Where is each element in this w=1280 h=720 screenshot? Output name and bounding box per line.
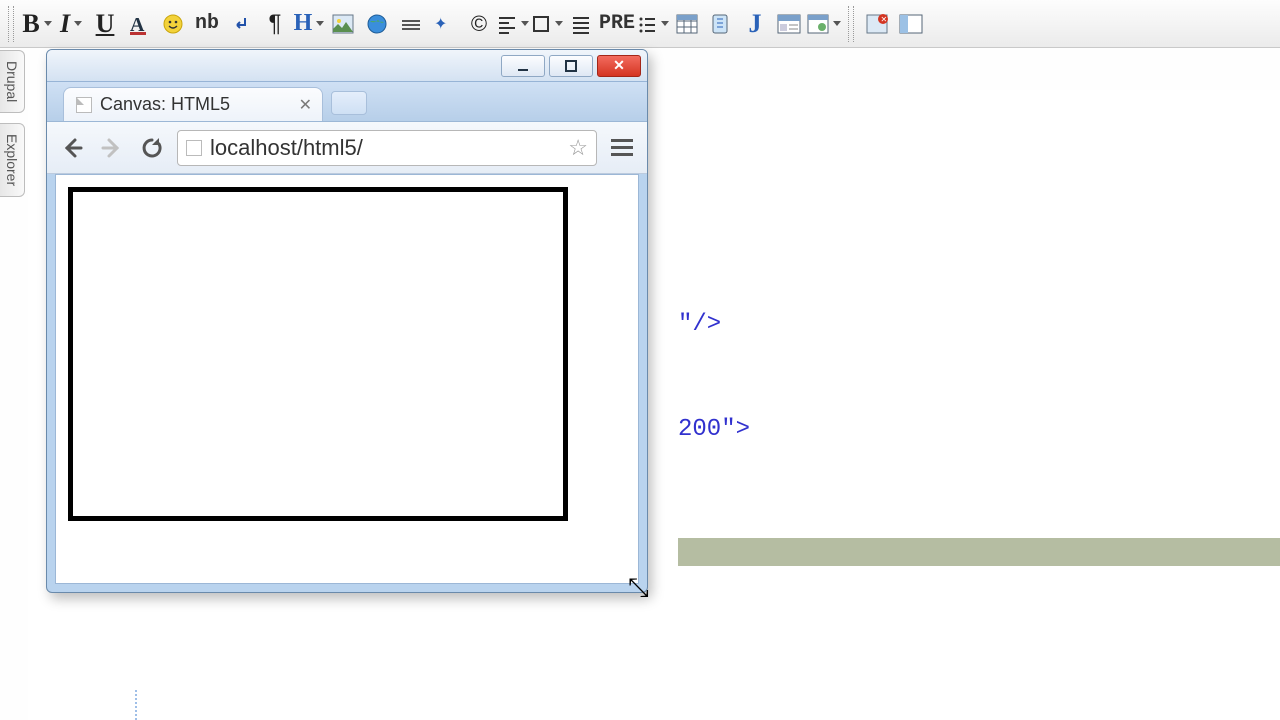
font-a-icon: A — [128, 13, 150, 35]
toolbar-grip-2 — [848, 6, 854, 42]
italic-button[interactable]: I — [55, 6, 87, 42]
copyright-button[interactable]: © — [463, 6, 495, 42]
error-button[interactable]: ✕ — [861, 6, 893, 42]
resize-cursor-icon: ⤡ — [628, 572, 649, 604]
list-icon — [637, 14, 657, 34]
globe-button[interactable] — [361, 6, 393, 42]
card-icon — [777, 14, 801, 34]
code-fragment-attr-close: "/> — [678, 311, 721, 338]
hamburger-icon — [611, 139, 633, 156]
minimize-button[interactable] — [501, 55, 545, 77]
window-icon — [807, 14, 829, 34]
editor-toolbar: B I U A nb ¶ H ✦ © PRE J — [0, 0, 1280, 48]
emoji-button[interactable] — [157, 6, 189, 42]
tab-title: Canvas: HTML5 — [100, 94, 230, 115]
sparkle-icon: ✦ — [434, 13, 456, 35]
linebreak-button[interactable] — [225, 6, 257, 42]
picture-icon — [332, 14, 354, 34]
browser-window: ✕ Canvas: HTML5 ✕ localhost/html5/ ☆ — [46, 49, 648, 593]
float-button[interactable] — [531, 6, 563, 42]
align-left-icon — [497, 14, 517, 34]
image-error-icon: ✕ — [866, 14, 888, 34]
reload-icon — [140, 136, 164, 160]
svg-text:✕: ✕ — [881, 15, 888, 24]
browser-tab-active[interactable]: Canvas: HTML5 ✕ — [63, 87, 323, 121]
reload-button[interactable] — [137, 133, 167, 163]
menu-button[interactable] — [607, 133, 637, 163]
page-icon — [186, 140, 202, 156]
smiley-icon — [163, 14, 183, 34]
back-button[interactable] — [57, 133, 87, 163]
underline-button[interactable]: U — [89, 6, 121, 42]
nbsp-button[interactable]: nb — [191, 6, 223, 42]
minimize-icon — [517, 60, 529, 72]
align-button[interactable] — [497, 6, 529, 42]
align-justify-icon — [571, 14, 591, 34]
font-button[interactable]: A — [123, 6, 155, 42]
pilcrow-button[interactable]: ¶ — [259, 6, 291, 42]
panel-button[interactable] — [895, 6, 927, 42]
card-button[interactable] — [773, 6, 805, 42]
file-icon — [76, 97, 92, 113]
square-icon — [531, 14, 551, 34]
entity-button[interactable]: ✦ — [429, 6, 461, 42]
send-button[interactable] — [705, 6, 737, 42]
svg-text:A: A — [130, 14, 145, 35]
panel-icon — [899, 14, 923, 34]
list-button[interactable] — [637, 6, 669, 42]
maximize-button[interactable] — [549, 55, 593, 77]
bookmark-star-icon[interactable]: ☆ — [568, 135, 588, 161]
horizontal-rule-icon — [400, 14, 422, 34]
back-arrow-icon — [61, 137, 83, 159]
new-tab-button[interactable] — [331, 91, 367, 115]
browser-viewport — [55, 174, 639, 584]
bold-button[interactable]: B — [21, 6, 53, 42]
heading-button[interactable]: H — [293, 6, 325, 42]
forward-arrow-icon — [101, 137, 123, 159]
return-icon — [231, 14, 251, 34]
j-button[interactable]: J — [739, 6, 771, 42]
tab-close-icon[interactable]: ✕ — [299, 95, 312, 115]
editor-pane-divider[interactable] — [678, 538, 1280, 566]
address-bar[interactable]: localhost/html5/ ☆ — [177, 130, 597, 166]
table-icon — [676, 14, 698, 34]
browser-navbar: localhost/html5/ ☆ — [47, 122, 647, 174]
forward-button[interactable] — [97, 133, 127, 163]
toolbar-grip — [8, 6, 14, 42]
image-button[interactable] — [327, 6, 359, 42]
code-fragment-200: 200"> — [678, 416, 750, 443]
window-button[interactable] — [807, 6, 841, 42]
justify-button[interactable] — [565, 6, 597, 42]
table-button[interactable] — [671, 6, 703, 42]
close-button[interactable]: ✕ — [597, 55, 641, 77]
globe-icon — [366, 13, 388, 35]
indent-guide — [135, 690, 137, 720]
svg-text:✦: ✦ — [434, 16, 447, 33]
browser-tabstrip: Canvas: HTML5 ✕ — [47, 82, 647, 122]
side-tab-explorer[interactable]: Explorer — [0, 123, 25, 197]
url-text: localhost/html5/ — [210, 135, 363, 161]
side-tabs: Drupal Explorer — [0, 50, 28, 207]
scroll-icon — [710, 13, 732, 35]
html5-canvas — [68, 187, 568, 521]
hr-button[interactable] — [395, 6, 427, 42]
side-tab-drupal[interactable]: Drupal — [0, 50, 25, 113]
window-titlebar[interactable]: ✕ — [47, 50, 647, 82]
maximize-icon — [565, 60, 577, 72]
pre-button[interactable]: PRE — [599, 6, 635, 42]
